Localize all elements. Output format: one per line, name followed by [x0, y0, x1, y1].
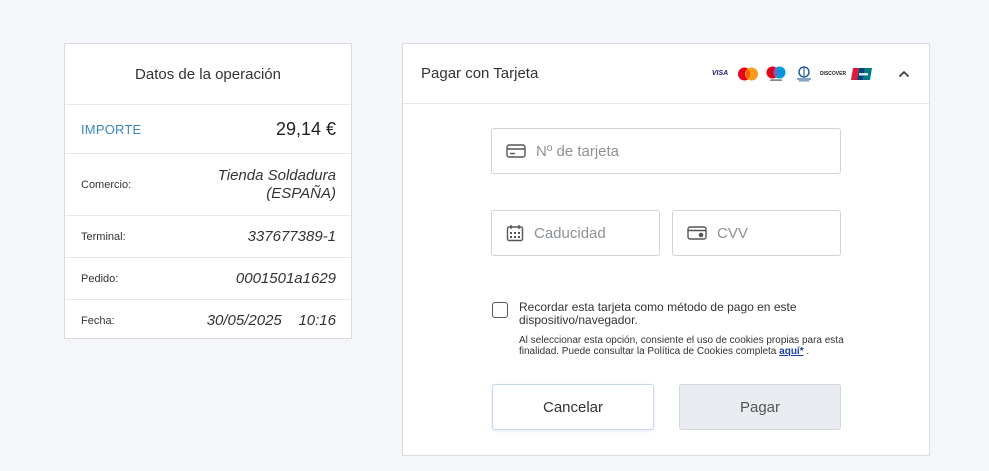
- visa-logo: VISA: [711, 70, 729, 77]
- pay-button[interactable]: Pagar: [679, 384, 841, 430]
- order-value: 0001501a1629: [235, 270, 336, 287]
- calendar-icon: [506, 223, 524, 243]
- terminal-row: Terminal: 337677389-1: [65, 216, 351, 258]
- card-payment-title: Pagar con Tarjeta: [421, 65, 539, 82]
- cvv-field[interactable]: [672, 210, 841, 256]
- maestro-logo: [765, 66, 787, 82]
- order-label: Pedido:: [81, 272, 119, 285]
- card-number-input[interactable]: [536, 142, 840, 160]
- order-row: Pedido: 0001501a1629: [65, 258, 351, 300]
- time-value: 10:16: [298, 312, 336, 329]
- amount-row: IMPORTE 29,14 €: [65, 105, 351, 154]
- date-time-value: 30/05/2025 10:16: [207, 312, 336, 329]
- card-cvv-icon: [687, 223, 707, 243]
- date-row: Fecha: 30/05/2025 10:16: [65, 300, 351, 341]
- cookies-note-end: .: [806, 346, 810, 357]
- merchant-value-line1: Tienda Soldadura: [217, 166, 336, 184]
- card-payment-panel: Pagar con Tarjeta VISA DISCOVER Nº de ta…: [402, 43, 930, 456]
- card-number-field[interactable]: [491, 128, 841, 174]
- merchant-label: Comercio:: [81, 178, 132, 191]
- cookies-note: Al seleccionar esta opción, consiente el…: [519, 335, 849, 357]
- date-value: 30/05/2025: [206, 312, 282, 329]
- merchant-value: Tienda Soldadura (ESPAÑA): [218, 167, 336, 203]
- unionpay-logo: [851, 67, 873, 81]
- merchant-row: Comercio: Tienda Soldadura (ESPAÑA): [65, 154, 351, 216]
- merchant-value-line2: (ESPAÑA): [266, 184, 336, 202]
- mastercard-logo: [737, 66, 759, 82]
- expiry-input[interactable]: [534, 224, 659, 242]
- operation-panel: Datos de la operación IMPORTE 29,14 € Co…: [64, 43, 352, 339]
- collapse-chevron-up-icon[interactable]: [897, 67, 911, 81]
- cookies-policy-link[interactable]: aquí*: [779, 346, 803, 357]
- cancel-button[interactable]: Cancelar: [492, 384, 654, 430]
- cvv-input[interactable]: [717, 224, 840, 242]
- operation-title: Datos de la operación: [65, 44, 351, 105]
- credit-card-icon: [506, 141, 526, 161]
- date-label: Fecha:: [81, 314, 115, 327]
- diners-club-logo: [793, 65, 815, 82]
- expiry-field[interactable]: [491, 210, 660, 256]
- terminal-value: 337677389-1: [247, 228, 336, 245]
- card-brands: VISA DISCOVER: [709, 65, 873, 82]
- discover-logo: DISCOVER: [819, 70, 847, 77]
- remember-card-checkbox[interactable]: [492, 302, 508, 318]
- amount-label: IMPORTE: [81, 121, 142, 137]
- amount-value: 29,14 €: [275, 118, 336, 139]
- terminal-label: Terminal:: [81, 230, 126, 243]
- card-payment-header[interactable]: Pagar con Tarjeta VISA DISCOVER: [403, 44, 929, 104]
- remember-card-label: Recordar esta tarjeta como método de pag…: [519, 300, 797, 327]
